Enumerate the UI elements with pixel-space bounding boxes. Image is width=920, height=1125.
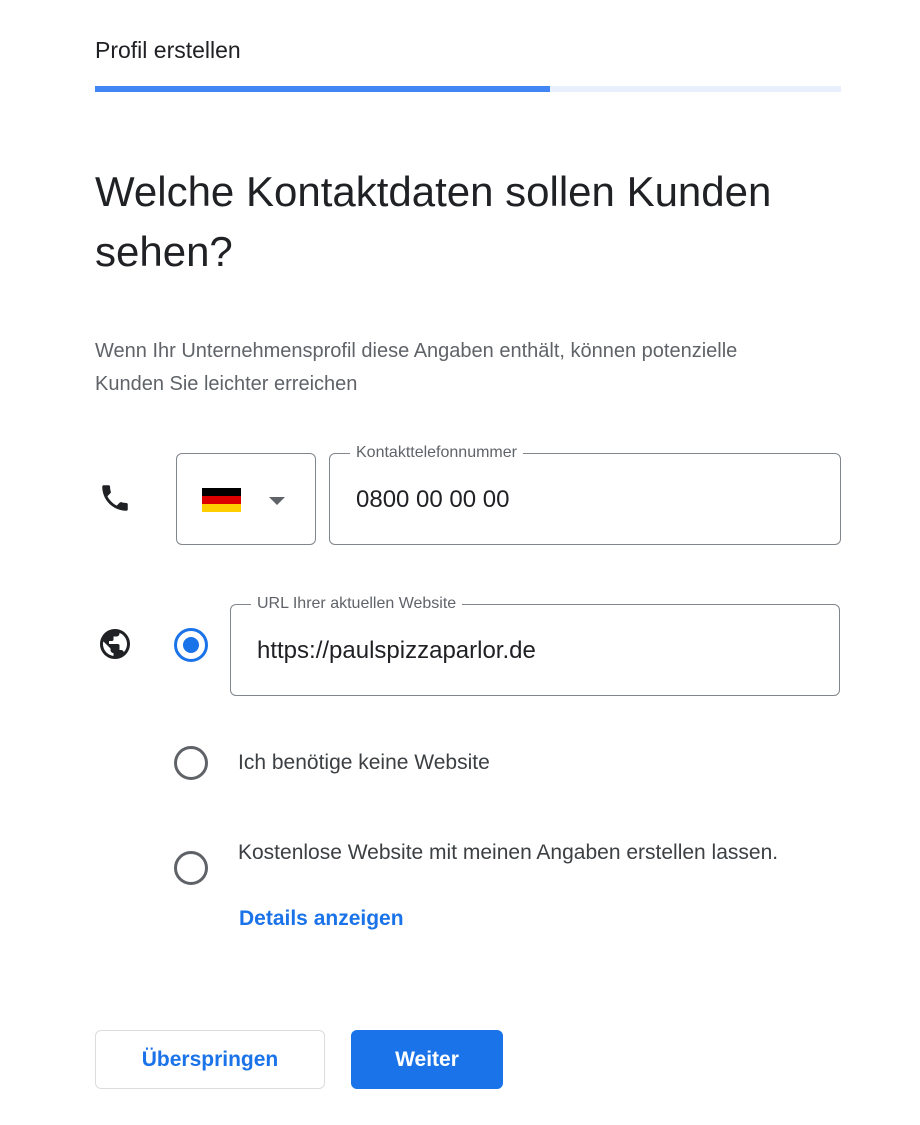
phone-icon: [102, 485, 128, 511]
no-website-label[interactable]: Ich benötige keine Website: [238, 746, 490, 779]
website-url-field[interactable]: URL Ihrer aktuellen Website https://paul…: [230, 594, 840, 696]
page-description: Wenn Ihr Unternehmensprofil diese Angabe…: [95, 340, 738, 395]
page-title: Welche Kontaktdaten sollen Kunden sehen?: [95, 168, 772, 275]
progress-bar: [95, 86, 841, 92]
radio-no-website[interactable]: [174, 746, 208, 780]
country-select[interactable]: [176, 453, 316, 545]
free-website-label[interactable]: Kostenlose Website mit meinen Angaben er…: [238, 836, 818, 869]
skip-button[interactable]: Überspringen: [95, 1030, 325, 1089]
website-url-label: URL Ihrer aktuellen Website: [251, 594, 463, 614]
next-button[interactable]: Weiter: [351, 1030, 503, 1089]
details-link[interactable]: Details anzeigen: [239, 904, 404, 934]
website-url-value[interactable]: https://paulspizzaparlor.de: [257, 635, 536, 667]
phone-number-value[interactable]: 0800 00 00 00: [356, 484, 509, 516]
germany-flag-icon: [202, 488, 241, 512]
radio-current-website[interactable]: [174, 628, 208, 662]
globe-icon: [100, 629, 130, 659]
progress-bar-fill: [95, 86, 551, 92]
header-title: Profil erstellen: [95, 37, 241, 63]
phone-number-field[interactable]: Kontakttelefonnummer 0800 00 00 00: [329, 443, 841, 545]
dropdown-arrow-icon: [269, 497, 285, 505]
phone-number-label: Kontakttelefonnummer: [350, 443, 523, 463]
radio-free-website[interactable]: [174, 851, 208, 885]
